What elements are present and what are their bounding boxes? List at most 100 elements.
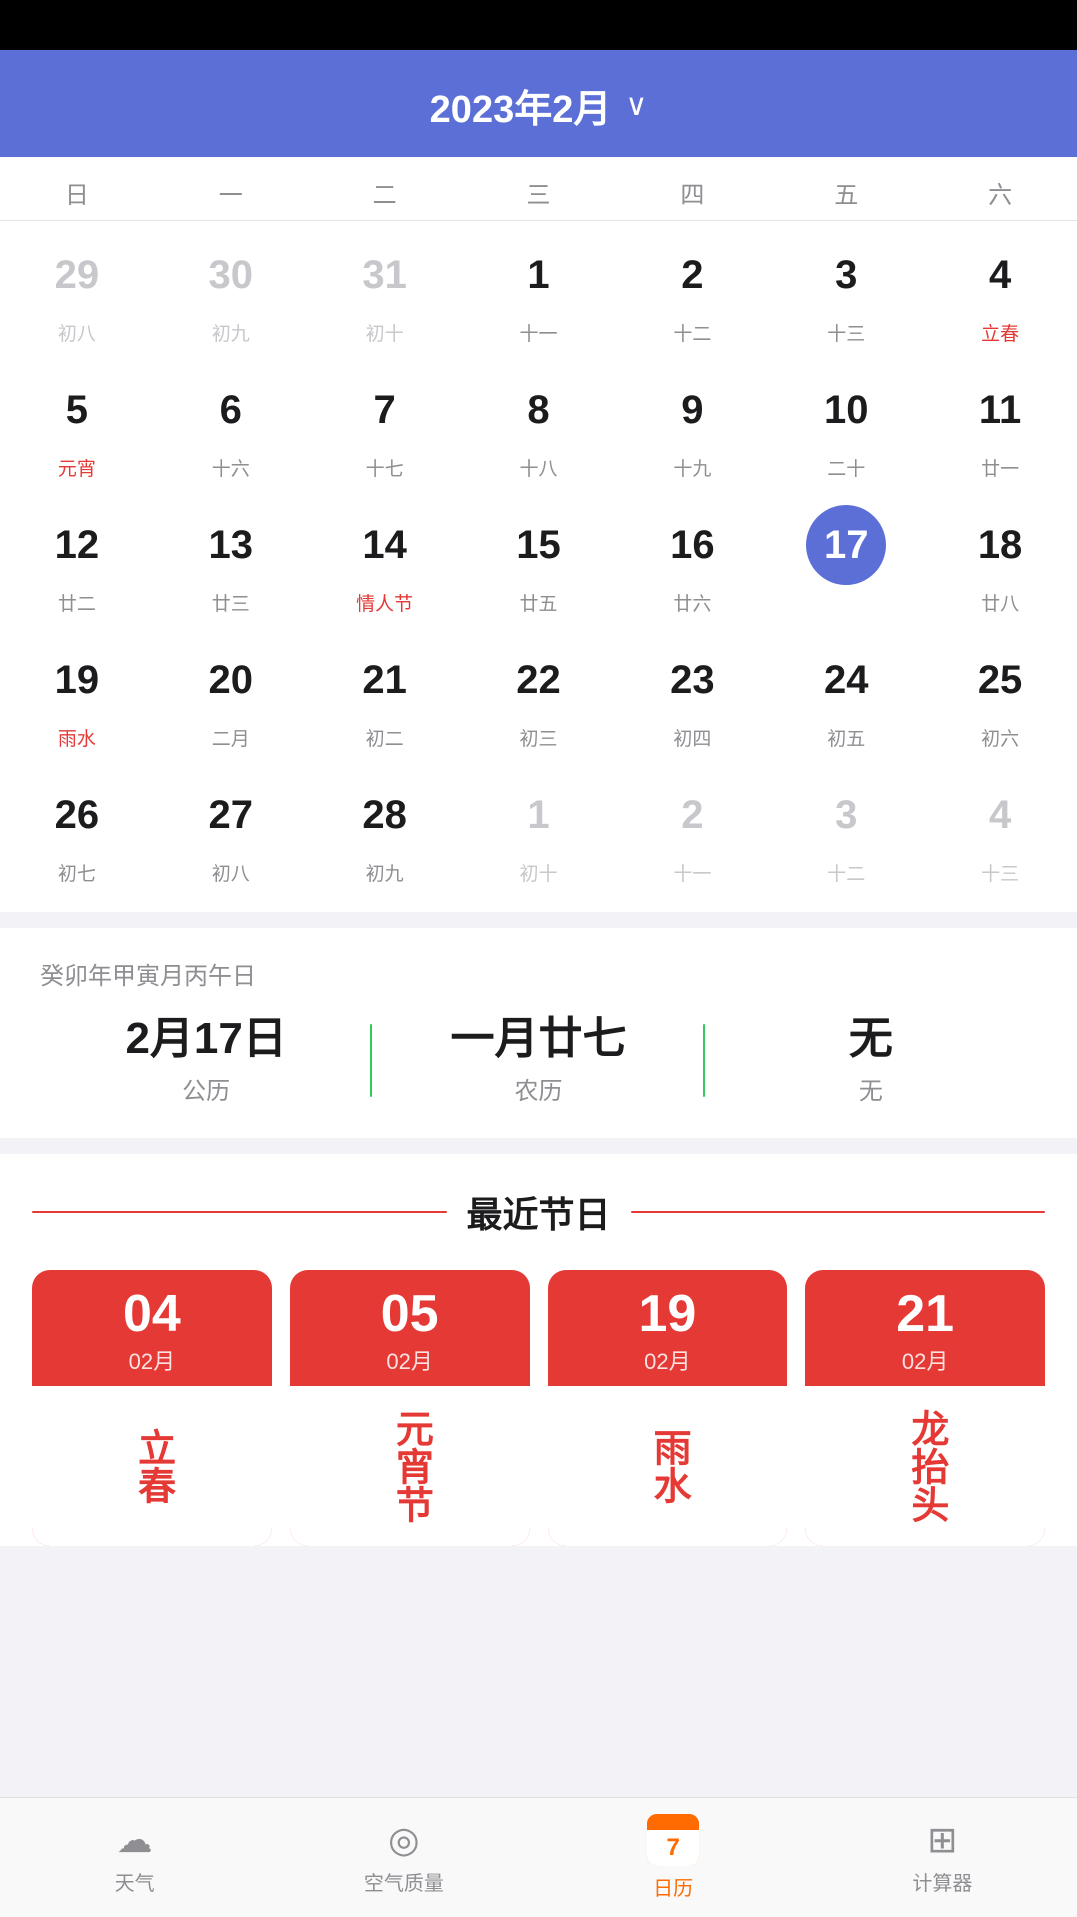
calendar-day[interactable]: 17廿七: [769, 491, 923, 626]
nav-calculator[interactable]: ⊞ 计算器: [808, 1798, 1077, 1917]
calendar-day[interactable]: 9十九: [615, 356, 769, 491]
day-lunar: 初十: [519, 859, 557, 886]
day-number: 19: [37, 640, 117, 720]
calendar-day[interactable]: 20二月: [154, 626, 308, 761]
day-number: 22: [498, 640, 578, 720]
calendar-day[interactable]: 29初八: [0, 221, 154, 356]
day-lunar: 廿三: [212, 589, 250, 616]
chevron-down-icon[interactable]: ∨: [625, 88, 647, 123]
calendar-day[interactable]: 1 初十: [462, 761, 616, 896]
calendar-grid: 29初八30初九31初十1十一2十二3十三4立春5元宵6十六7十七8十八9十九1…: [0, 221, 1077, 912]
nav-weather[interactable]: ☁ 天气: [0, 1798, 269, 1917]
calendar-day[interactable]: 4立春: [923, 221, 1077, 356]
calculator-icon: ⊞: [927, 1819, 957, 1861]
today-info-section: 癸卯年甲寅月丙午日 2月17日 公历 一月廿七 农历 无 无: [0, 928, 1077, 1138]
calendar-day[interactable]: 25初六: [923, 626, 1077, 761]
day-lunar: 十一: [519, 319, 557, 346]
holiday-card-name: 雨水: [645, 1428, 691, 1504]
day-number: 3: [806, 775, 886, 855]
calendar-day[interactable]: 2十一: [615, 761, 769, 896]
calendar-day[interactable]: 4十三: [923, 761, 1077, 896]
calendar-day[interactable]: 23初四: [615, 626, 769, 761]
calendar-day[interactable]: 31初十: [308, 221, 462, 356]
calendar-day[interactable]: 14情人节: [308, 491, 462, 626]
calendar-header: 2023年2月 ∨: [0, 50, 1077, 157]
weather-icon: ☁: [117, 1819, 153, 1861]
day-lunar: 廿五: [519, 589, 557, 616]
day-lunar: 二十: [827, 454, 865, 481]
holidays-title: 最近节日: [467, 1186, 611, 1238]
weekday-sun: 日: [0, 175, 154, 210]
holiday-card-body: 元宵节: [290, 1386, 530, 1546]
weekday-fri: 五: [769, 175, 923, 210]
day-lunar: 十三: [981, 859, 1019, 886]
day-number: 1: [498, 775, 578, 855]
calendar-day[interactable]: 2十二: [615, 221, 769, 356]
day-lunar: 十七: [366, 454, 404, 481]
holiday-card[interactable]: 2102月龙抬头: [805, 1270, 1045, 1546]
calendar-day[interactable]: 15 廿五: [462, 491, 616, 626]
bottom-nav: ☁ 天气 ◎ 空气质量 7 日历 ⊞ 计算器: [0, 1797, 1077, 1917]
weekday-row: 日 一 二 三 四 五 六: [0, 157, 1077, 221]
calendar-day[interactable]: 7 十七: [308, 356, 462, 491]
holiday-card-date-top: 1902月: [628, 1270, 706, 1386]
calendar-day[interactable]: 5 元宵: [0, 356, 154, 491]
calendar-day[interactable]: 3十三: [769, 221, 923, 356]
calendar-icon-number: 7: [666, 1834, 679, 1862]
day-number: 15: [498, 505, 578, 585]
day-number: 18: [960, 505, 1040, 585]
calendar-day[interactable]: 10 二十: [769, 356, 923, 491]
day-number: 10: [806, 370, 886, 450]
calendar-day[interactable]: 28初九: [308, 761, 462, 896]
calendar-day[interactable]: 27初八: [154, 761, 308, 896]
day-number: 31: [345, 235, 425, 315]
holiday-card-month: 02月: [638, 1344, 696, 1376]
calendar-day[interactable]: 11廿一: [923, 356, 1077, 491]
calendar-day[interactable]: 13廿三: [154, 491, 308, 626]
day-number: 5: [37, 370, 117, 450]
month-year-title: 2023年2月: [430, 78, 612, 133]
holiday-card[interactable]: 1902月雨水: [548, 1270, 788, 1546]
day-number: 21: [345, 640, 425, 720]
holiday-card-month: 02月: [896, 1344, 954, 1376]
holiday-card[interactable]: 0402月立春: [32, 1270, 272, 1546]
day-lunar: 廿一: [981, 454, 1019, 481]
day-number: 23: [652, 640, 732, 720]
day-lunar: 情人节: [356, 589, 413, 616]
calendar-day[interactable]: 19雨水: [0, 626, 154, 761]
nav-calendar[interactable]: 7 日历: [539, 1798, 808, 1917]
day-lunar: 二月: [212, 724, 250, 751]
holiday-card-body: 立春: [32, 1386, 272, 1546]
calendar-day[interactable]: 16廿六: [615, 491, 769, 626]
calendar-day[interactable]: 8十八: [462, 356, 616, 491]
holidays-title-row: 最近节日: [32, 1186, 1045, 1238]
calendar-day[interactable]: 3 十二: [769, 761, 923, 896]
calendar-day[interactable]: 24初五: [769, 626, 923, 761]
calendar-day[interactable]: 21初二: [308, 626, 462, 761]
day-lunar: 元宵: [58, 454, 96, 481]
holiday-card-day: 04: [123, 1288, 181, 1340]
day-lunar: 十一: [673, 859, 711, 886]
holiday-card-name: 龙抬头: [902, 1409, 948, 1523]
nav-air-quality[interactable]: ◎ 空气质量: [269, 1798, 538, 1917]
day-number: 24: [806, 640, 886, 720]
calendar-day[interactable]: 1十一: [462, 221, 616, 356]
calendar-day[interactable]: 12廿二: [0, 491, 154, 626]
calendar-day[interactable]: 18廿八: [923, 491, 1077, 626]
weekday-mon: 一: [154, 175, 308, 210]
day-lunar: 十二: [827, 859, 865, 886]
day-number: 17: [806, 505, 886, 585]
day-number: 9: [652, 370, 732, 450]
gregorian-date-value: 2月17日: [125, 1015, 286, 1063]
calendar-day[interactable]: 22初三: [462, 626, 616, 761]
holiday-card-body: 雨水: [548, 1386, 788, 1546]
holiday-card-day: 05: [381, 1288, 439, 1340]
day-lunar: 初九: [366, 859, 404, 886]
day-number: 7: [345, 370, 425, 450]
calendar-day[interactable]: 6十六: [154, 356, 308, 491]
holiday-card-day: 19: [638, 1288, 696, 1340]
holiday-cards: 0402月立春0502月元宵节1902月雨水2102月龙抬头: [32, 1270, 1045, 1546]
holiday-card[interactable]: 0502月元宵节: [290, 1270, 530, 1546]
calendar-day[interactable]: 30初九: [154, 221, 308, 356]
calendar-day[interactable]: 26初七: [0, 761, 154, 896]
